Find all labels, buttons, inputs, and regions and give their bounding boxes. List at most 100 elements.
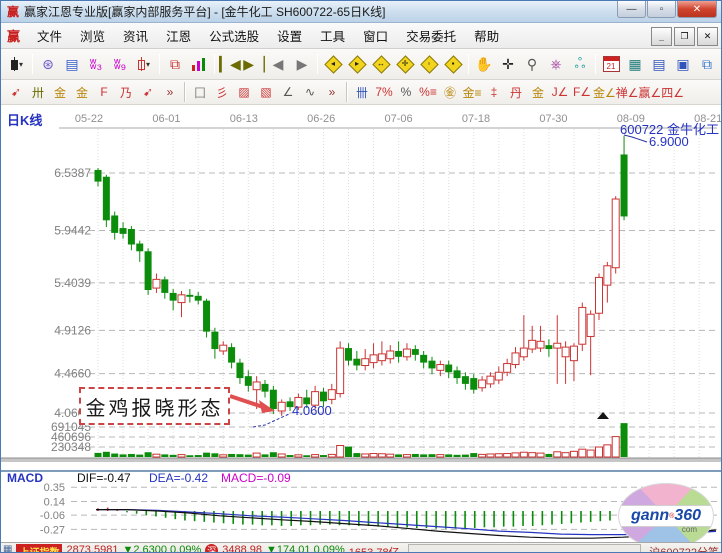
- expand-all-button[interactable]: ✛: [393, 52, 417, 76]
- compress-h-button[interactable]: ↔: [369, 52, 393, 76]
- color-histogram-button[interactable]: [187, 52, 211, 76]
- toolbar-separator: [214, 54, 215, 74]
- angle-four-button[interactable]: 四∠: [661, 82, 684, 102]
- menu-item-5[interactable]: 设置: [268, 23, 311, 48]
- volume-ladder-button[interactable]: 卌: [351, 82, 373, 102]
- gann-gold-grid-1-button[interactable]: 金: [49, 82, 71, 102]
- pattern-search-button[interactable]: ⊛: [36, 52, 60, 76]
- zoom-out-diamond-button[interactable]: ◦: [417, 52, 441, 76]
- gann-grid-button[interactable]: 卅: [27, 82, 49, 102]
- transfer-button[interactable]: ⧉: [695, 52, 719, 76]
- gann-f-grid-icon: F: [100, 85, 107, 99]
- save-button[interactable]: ▣: [671, 52, 695, 76]
- gold-lines-button[interactable]: 金≡: [461, 82, 483, 102]
- menu-item-6[interactable]: 工具: [311, 23, 354, 48]
- percent-lines-button[interactable]: %≡: [417, 82, 439, 102]
- close-button[interactable]: ✕: [677, 1, 717, 18]
- mdi-window-controls: _ ❐ ✕: [649, 27, 718, 46]
- more-tools-2-button[interactable]: »: [321, 82, 343, 102]
- gann-fan-button[interactable]: 彡: [211, 82, 233, 102]
- mdi-minimize-button[interactable]: _: [651, 27, 672, 46]
- first-bar-button[interactable]: ▎◀: [218, 52, 242, 76]
- more-tools-2-icon: »: [329, 85, 336, 99]
- wave-count-3-button[interactable]: ʬ₃: [84, 52, 108, 76]
- info-panel-button[interactable]: ▤: [60, 52, 84, 76]
- gann-angles-button[interactable]: ∠: [277, 82, 299, 102]
- gann-rocket-button[interactable]: ➹: [5, 82, 27, 102]
- more-tools-1-button[interactable]: »: [159, 82, 181, 102]
- chart-region: 05-2206-0106-1306-2607-0607-1807-3008-09…: [1, 105, 722, 542]
- tick-panel-label[interactable]: 沪600722分笔: [649, 544, 719, 553]
- angle-j-button[interactable]: J∠: [549, 82, 571, 102]
- angle-win-icon: 赢∠: [639, 84, 662, 101]
- zigzag-tool-button[interactable]: ∿: [299, 82, 321, 102]
- angle-chan-icon: 禅∠: [616, 84, 639, 101]
- dan-tool-icon: 丹: [510, 84, 522, 101]
- minimize-button[interactable]: —: [617, 1, 646, 18]
- percent-7-button[interactable]: 7%: [373, 82, 395, 102]
- last-bar-button[interactable]: ▶▕: [242, 52, 266, 76]
- gann-fan-icon: 彡: [216, 84, 228, 101]
- single-candle-button[interactable]: ▾: [132, 52, 156, 76]
- calculator-button[interactable]: ▦: [623, 52, 647, 76]
- menu-item-0[interactable]: 文件: [28, 23, 71, 48]
- macd-indicator-label[interactable]: MACD: [7, 471, 43, 485]
- low-price-label: 4.0600: [292, 403, 332, 418]
- next-bar-button[interactable]: ▶: [290, 52, 314, 76]
- menu-item-3[interactable]: 江恩: [157, 23, 200, 48]
- pattern-annotation-box[interactable]: 金鸡报晓形态: [79, 387, 230, 425]
- menu-item-8[interactable]: 交易委托: [397, 23, 465, 48]
- smart-analysis-button[interactable]: ஃ: [568, 52, 592, 76]
- macd-hist-value: MACD=-0.09: [221, 471, 291, 485]
- crosshair-tool-button[interactable]: ✛: [496, 52, 520, 76]
- gold-tool-button[interactable]: 金: [527, 82, 549, 102]
- mdi-restore-button[interactable]: ❐: [674, 27, 695, 46]
- notes-icon: ▤: [652, 56, 665, 73]
- angle-win-button[interactable]: 赢∠: [639, 82, 662, 102]
- gann-nai-grid-button[interactable]: 乃: [115, 82, 137, 102]
- menu-item-1[interactable]: 浏览: [71, 23, 114, 48]
- kline-style-button[interactable]: ▾: [5, 52, 29, 76]
- candle-icon: [11, 57, 18, 71]
- gann-gold-grid-2-button[interactable]: 金: [71, 82, 93, 102]
- mdi-close-button[interactable]: ✕: [697, 27, 718, 46]
- zoom-in-diamond-button[interactable]: ▪: [441, 52, 465, 76]
- shaded-box-1-button[interactable]: ▨: [233, 82, 255, 102]
- price-axis-label: 6.5387: [54, 166, 91, 180]
- diamond-icon: ◦: [421, 56, 438, 73]
- gold-tool-icon: 金: [532, 84, 544, 101]
- angle-chan-button[interactable]: 禅∠: [616, 82, 639, 102]
- squeeze-right-button[interactable]: ▸: [345, 52, 369, 76]
- angle-gold-button[interactable]: 金∠: [593, 82, 616, 102]
- gann-angles-icon: ∠: [283, 85, 294, 99]
- calendar-icon: 21: [603, 56, 620, 72]
- dan-tool-button[interactable]: 丹: [505, 82, 527, 102]
- zoom-tool-button[interactable]: ⚲: [520, 52, 544, 76]
- menu-item-2[interactable]: 资讯: [114, 23, 157, 48]
- hand-tool-button[interactable]: ✋: [472, 52, 496, 76]
- menu-item-4[interactable]: 公式选股: [200, 23, 268, 48]
- price-box-button[interactable]: 囗: [189, 82, 211, 102]
- gann-f-grid-button[interactable]: F: [93, 82, 115, 102]
- rocket-flag-button[interactable]: ‡: [483, 82, 505, 102]
- calendar-button[interactable]: 21: [599, 52, 623, 76]
- wave-count-9-icon: ʬ₉: [114, 56, 126, 72]
- prev-bar-button[interactable]: ◀: [266, 52, 290, 76]
- price-box-icon: 囗: [194, 84, 206, 101]
- squeeze-left-button[interactable]: ◂: [321, 52, 345, 76]
- notes-button[interactable]: ▤: [647, 52, 671, 76]
- gann-rocket-grid-button[interactable]: ➹: [137, 82, 159, 102]
- mark-tool-button[interactable]: ⎈: [544, 52, 568, 76]
- percent-button[interactable]: %: [395, 82, 417, 102]
- restore-button[interactable]: ▫: [647, 1, 676, 18]
- compare-chart-button[interactable]: ⧉: [163, 52, 187, 76]
- menu-item-7[interactable]: 窗口: [354, 23, 397, 48]
- circled-gold-button[interactable]: ㊎: [439, 82, 461, 102]
- shaded-box-2-button[interactable]: ▧: [255, 82, 277, 102]
- sh-index-badge[interactable]: 上证指数: [16, 544, 62, 553]
- status-grid-icon: ▦: [3, 544, 12, 553]
- angle-f-button[interactable]: F∠: [571, 82, 593, 102]
- wave-count-9-button[interactable]: ʬ₉: [108, 52, 132, 76]
- sz-index-badge[interactable]: 深: [205, 544, 218, 553]
- menu-item-9[interactable]: 帮助: [465, 23, 508, 48]
